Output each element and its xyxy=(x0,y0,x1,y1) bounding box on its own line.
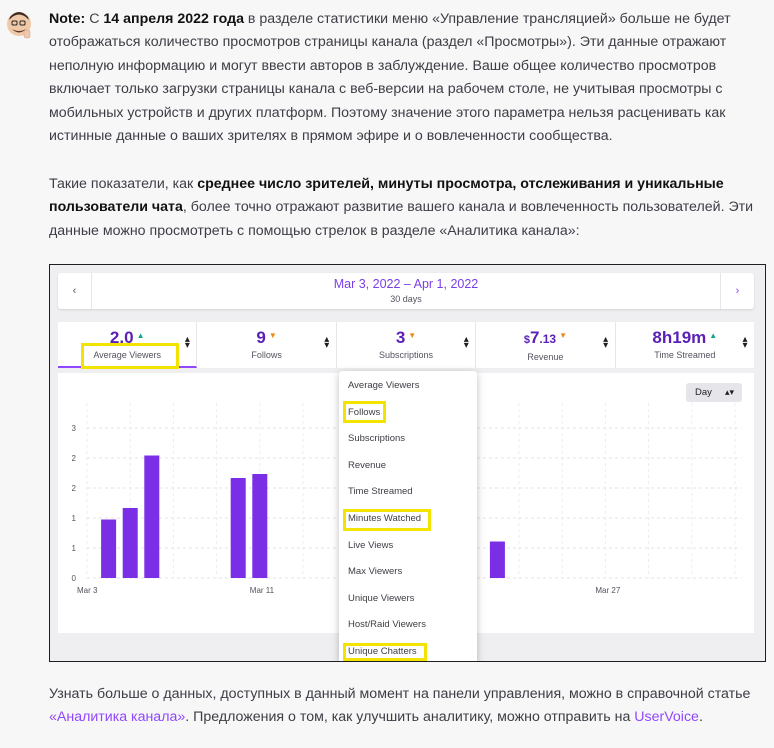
interval-select-value: Day xyxy=(695,387,712,398)
chart-bar xyxy=(489,541,505,578)
sort-icon[interactable]: ▴ ▾ xyxy=(183,335,191,351)
metric-dropdown: Average Viewers Follows Subscriptions Reven… xyxy=(339,371,477,661)
revenue-decimals: .13 xyxy=(539,332,557,346)
chart-bar xyxy=(122,508,138,578)
analytics-screenshot: ‹ Mar 3, 2022 – Apr 1, 2022 30 days › 2.… xyxy=(49,264,766,662)
note-text-2: в разделе статистики меню «Управление тр… xyxy=(49,11,731,145)
chart-bar xyxy=(101,519,117,578)
dropdown-item[interactable]: Unique Viewers xyxy=(348,593,414,604)
trend-down-icon: ▼ xyxy=(268,331,277,340)
sort-icon[interactable]: ▴ ▾ xyxy=(323,335,331,351)
stat-label: Revenue xyxy=(527,352,564,362)
dropdown-item[interactable]: Unique Chatters xyxy=(348,646,417,657)
chart-bar xyxy=(252,474,268,578)
dropdown-item[interactable]: Minutes Watched xyxy=(348,513,421,524)
x-tick-label: Mar 11 xyxy=(250,586,275,595)
sort-icon[interactable]: ▴ ▾ xyxy=(462,335,470,351)
uservoice-link[interactable]: UserVoice xyxy=(634,709,699,725)
y-tick-label: 2 xyxy=(72,484,77,493)
channel-analytics-link[interactable]: «Аналитика канала» xyxy=(49,709,185,725)
dropdown-item[interactable]: Revenue xyxy=(348,460,386,471)
revenue-whole: 7 xyxy=(529,328,540,347)
more-info-paragraph: Узнать больше о данных, доступных в данн… xyxy=(49,683,769,730)
stats-row: 2.0 ▲ Average Viewers ▴ ▾ 9 ▼ Follows ▴ ▾ 3 ▼… xyxy=(58,322,754,368)
stat-label: Average Viewers xyxy=(93,350,162,360)
stat-value: 8h19m xyxy=(652,328,707,347)
stat-value: 9 xyxy=(256,328,266,347)
y-tick-label: 2 xyxy=(72,454,77,463)
metrics-text-1: Такие показатели, как xyxy=(49,176,198,192)
dropdown-item[interactable]: Live Views xyxy=(348,540,393,551)
x-tick-label: Mar 27 xyxy=(595,586,620,595)
more-info-text-2: . Предложения о том, как улучшить аналит… xyxy=(185,709,635,726)
trend-down-icon: ▼ xyxy=(408,331,417,340)
dropdown-item[interactable]: Subscriptions xyxy=(348,433,405,444)
stat-average-viewers[interactable]: 2.0 ▲ Average Viewers ▴ ▾ xyxy=(58,322,198,368)
stat-value: 2.0 xyxy=(109,328,134,347)
stat-time-streamed[interactable]: 8h19m ▲ Time Streamed ▴ ▾ xyxy=(616,322,754,368)
stat-value: 3 xyxy=(395,328,406,347)
metrics-paragraph: Такие показатели, как среднее число зрит… xyxy=(49,173,769,243)
stat-follows[interactable]: 9 ▼ Follows ▴ ▾ xyxy=(197,322,337,368)
author-avatar xyxy=(6,11,32,39)
y-tick-label: 1 xyxy=(72,544,77,553)
trend-up-icon: ▲ xyxy=(136,331,145,340)
more-info-text-1: Узнать больше о данных, доступных в данн… xyxy=(49,686,751,702)
dropdown-item[interactable]: Average Viewers xyxy=(348,380,419,391)
chevron-left-icon[interactable]: ‹ xyxy=(58,273,92,309)
dropdown-item[interactable]: Time Streamed xyxy=(348,486,413,497)
stat-revenue[interactable]: $7.13 ▼ Revenue ▴ ▾ xyxy=(476,322,616,368)
note-label: Note: xyxy=(49,11,86,27)
more-info-text-3: . xyxy=(698,709,703,726)
note-paragraph: Note: С 14 апреля 2022 года в разделе ст… xyxy=(49,8,769,148)
chart-bar xyxy=(230,478,246,578)
dropdown-item[interactable]: Max Viewers xyxy=(348,566,402,577)
trend-down-icon: ▼ xyxy=(559,331,568,340)
stat-subscriptions[interactable]: 3 ▼ Subscriptions ▴ ▾ xyxy=(337,322,477,368)
date-range-days: 30 days xyxy=(390,294,422,304)
sort-icon[interactable]: ▴ ▾ xyxy=(602,335,610,351)
date-range-label[interactable]: Mar 3, 2022 – Apr 1, 2022 xyxy=(98,277,714,291)
stat-label: Time Streamed xyxy=(654,350,716,360)
y-tick-label: 0 xyxy=(72,574,77,583)
sort-icon[interactable]: ▴ ▾ xyxy=(741,335,749,351)
trend-up-icon: ▲ xyxy=(709,331,718,340)
stat-label: Subscriptions xyxy=(379,350,434,360)
interval-select[interactable]: Day ▴▾ xyxy=(686,383,742,402)
stat-label: Follows xyxy=(251,350,282,360)
dropdown-item[interactable]: Host/Raid Viewers xyxy=(348,619,426,630)
chart-bar xyxy=(144,455,160,578)
y-tick-label: 1 xyxy=(72,514,77,523)
y-tick-label: 3 xyxy=(72,424,77,433)
select-caret-icon: ▴▾ xyxy=(724,387,734,397)
x-tick-label: Mar 3 xyxy=(77,586,98,595)
dropdown-item[interactable]: Follows xyxy=(348,407,380,418)
note-date: 14 апреля 2022 года xyxy=(103,11,244,27)
chevron-right-icon[interactable]: › xyxy=(720,273,754,309)
note-text-1: С xyxy=(85,11,104,27)
date-range-bar: ‹ Mar 3, 2022 – Apr 1, 2022 30 days › xyxy=(58,273,754,309)
